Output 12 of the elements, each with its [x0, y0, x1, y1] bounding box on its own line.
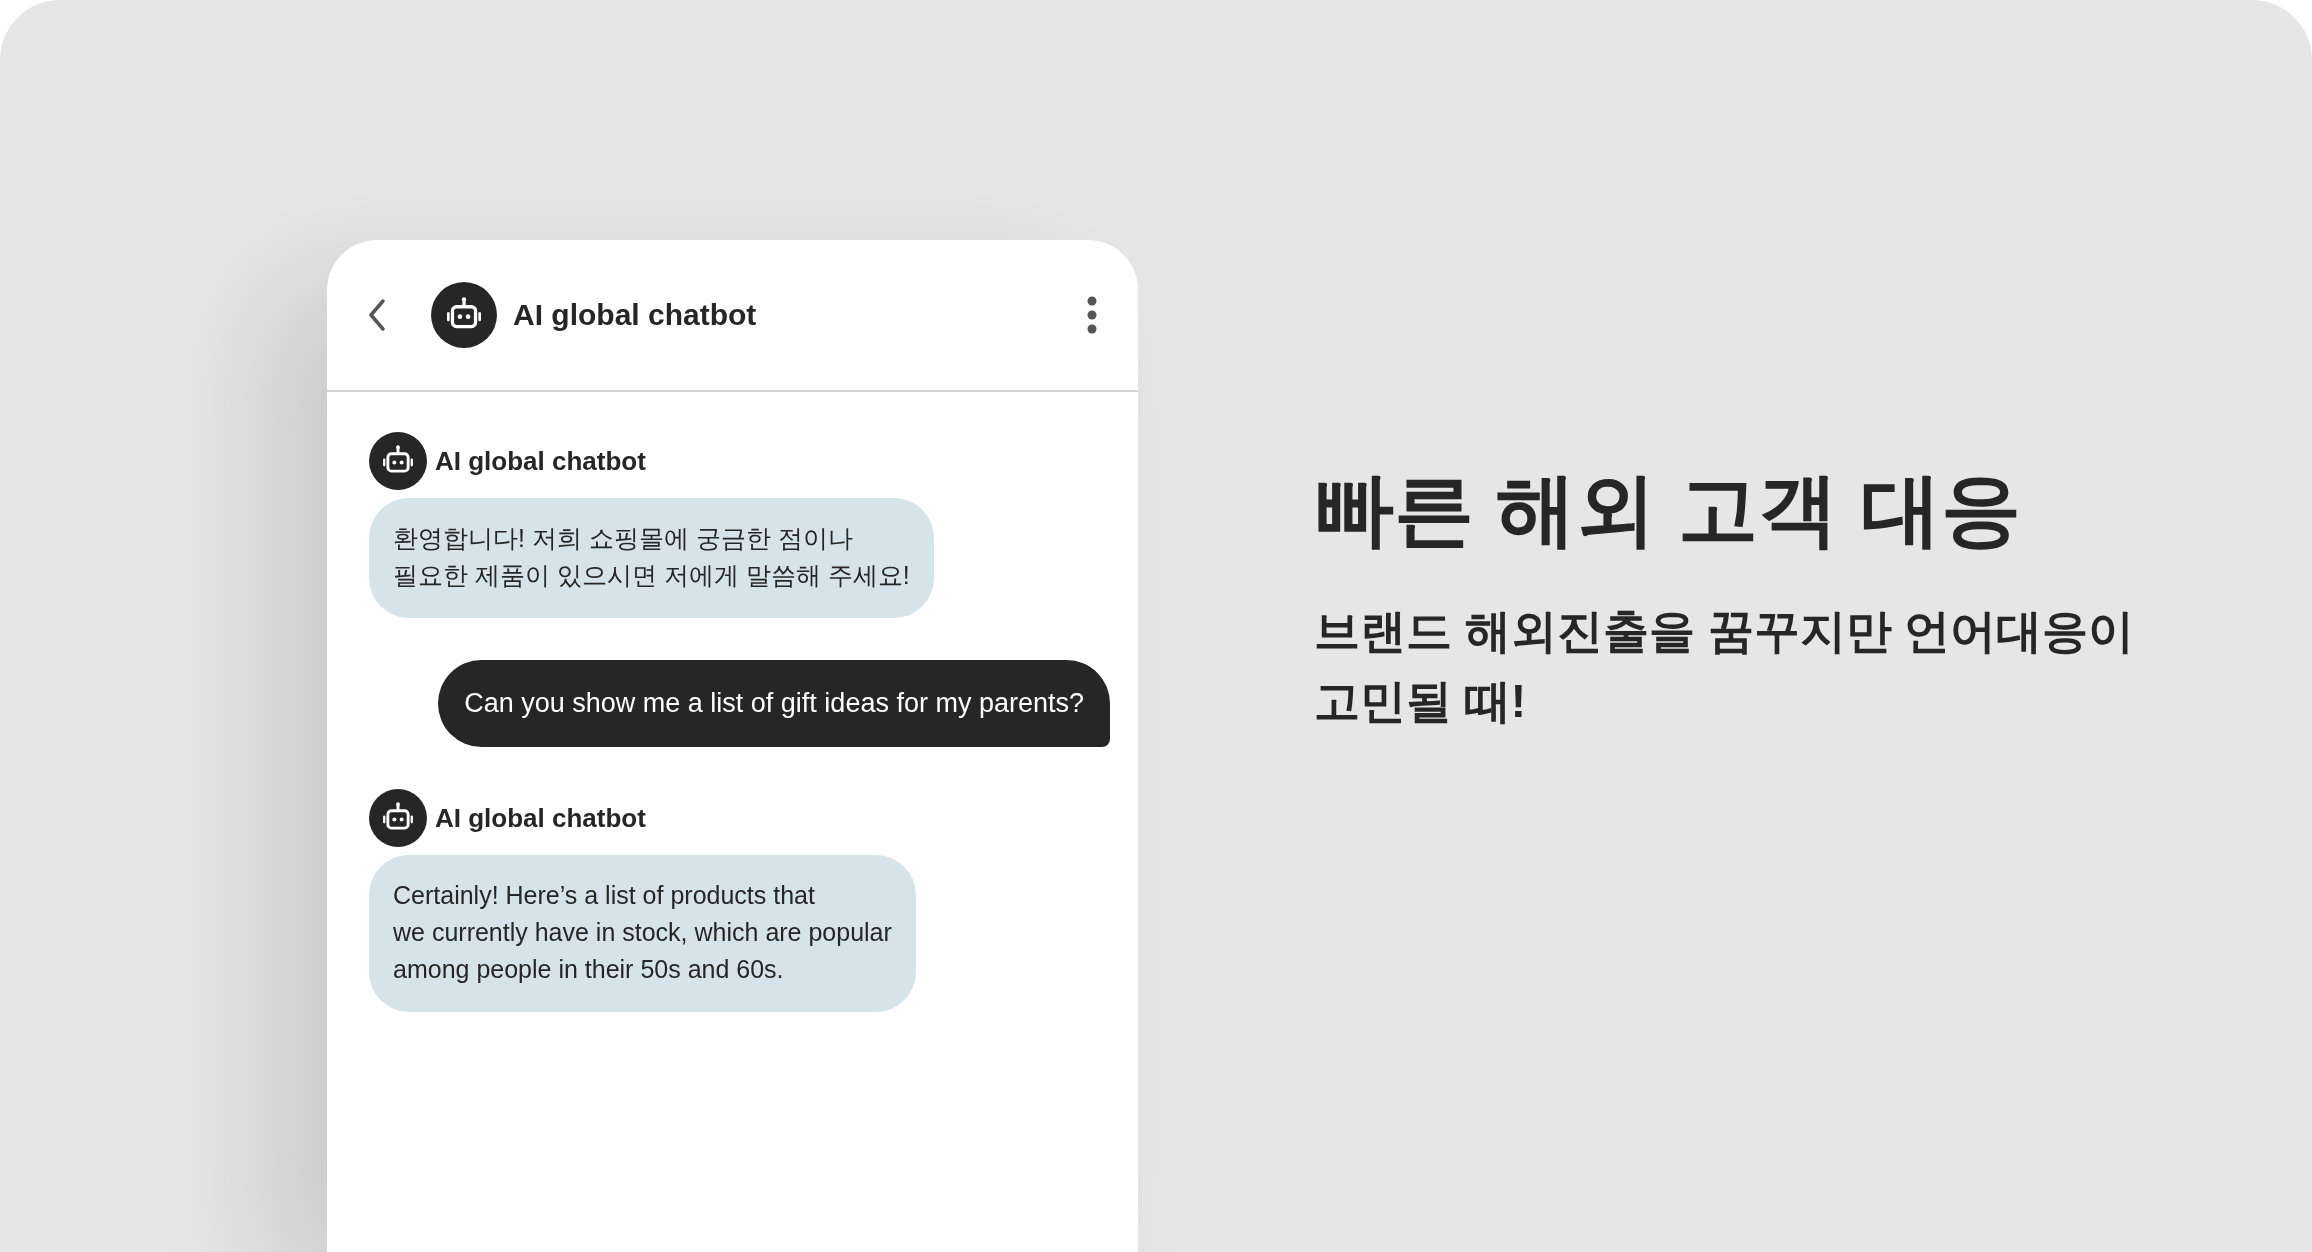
chat-title: AI global chatbot [513, 298, 758, 332]
user-message-bubble: Can you show me a list of gift ideas for my parents? [438, 660, 1110, 747]
more-menu-icon[interactable] [1086, 295, 1098, 335]
robot-avatar-icon [431, 282, 497, 348]
feature-heading: 빠른 해외 고객 대응 [1314, 464, 2022, 556]
sender-name: AI global chatbot [435, 445, 646, 477]
robot-avatar-icon [369, 432, 427, 490]
bot-message-bubble: Certainly! Here’s a list of products that we currently have in stock, which are popular among people in their 50s and 60s. [369, 855, 916, 1012]
feature-description: 브랜드 해외진출을 꿈꾸지만 언어대응이 고민될 때! [1314, 604, 2135, 729]
sender-name: AI global chatbot [435, 802, 646, 834]
robot-avatar-icon [369, 789, 427, 847]
bot-message-bubble: 환영합니다! 저희 쇼핑몰에 궁금한 점이나 필요한 제품이 있으시면 저에게 말씀해 주세요! [369, 498, 934, 618]
